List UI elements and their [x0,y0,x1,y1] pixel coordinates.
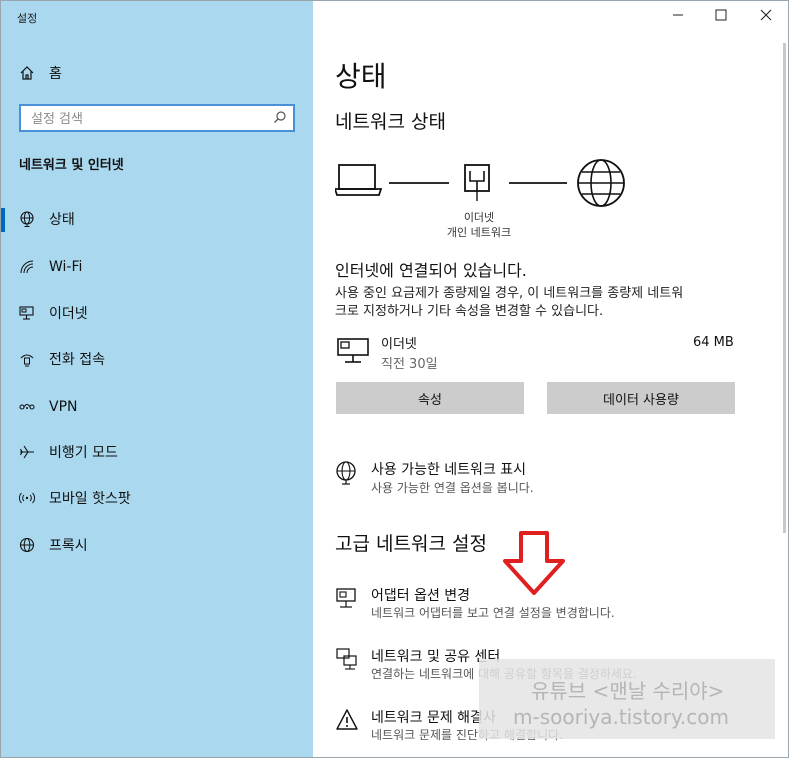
sidebar-item-proxy[interactable]: 프록시 [1,525,313,565]
airplane-icon [19,444,35,460]
sidebar-item-label: Wi-Fi [49,259,83,275]
sidebar-item-vpn[interactable]: VPN [1,387,313,427]
ethernet-port-icon [464,164,490,201]
search-icon [273,110,287,127]
sidebar-item-label: 전화 접속 [49,352,105,368]
advanced-settings-heading: 고급 네트워크 설정 [335,533,487,555]
adapter-period: 직전 30일 [381,357,438,372]
network-diagram [335,159,625,207]
sidebar-item-label: 이더넷 [49,306,88,322]
sidebar-item-dialup[interactable]: 전화 접속 [1,339,313,379]
settings-window: 설정 홈 네트워크 및 인터넷 상태 Wi-Fi [0,0,789,758]
globe-icon [19,211,35,227]
sidebar-item-label: 비행기 모드 [49,445,118,461]
globe-icon [19,537,35,553]
troubleshooter-link[interactable]: 네트워크 문제 해결사 [371,707,496,727]
watermark-line-1: 유튜브 <맨날 수리야> [531,679,725,703]
connection-status-desc-2: 크로 지정하거나 기타 속성을 변경할 수 있습니다. [335,304,604,319]
vpn-icon [19,399,35,415]
adapter-options-desc: 네트워크 어댑터를 보고 연결 설정을 변경합니다. [371,606,615,620]
search-input[interactable] [29,109,273,129]
sidebar-item-label: 상태 [49,212,75,228]
properties-button[interactable]: 속성 [336,382,524,414]
sidebar-item-label: 홈 [49,66,62,82]
section-title: 네트워크 및 인터넷 [19,158,124,173]
adapter-usage: 64 MB [693,335,734,350]
sharing-center-icon [335,647,359,677]
sidebar-item-mobile-hotspot[interactable]: 모바일 핫스팟 [1,478,313,518]
sidebar-item-label: 모바일 핫스팟 [49,491,131,507]
show-networks-link[interactable]: 사용 가능한 네트워크 표시 [371,459,526,479]
arrow-down-icon [503,531,565,595]
wifi-icon [19,259,35,275]
dialup-icon [19,351,35,367]
data-usage-button[interactable]: 데이터 사용량 [547,382,735,414]
connection-status-desc-1: 사용 중인 요금제가 종량제일 경우, 이 네트워크를 종량제 네트워 [335,286,684,301]
globe-icon [335,461,357,491]
search-box[interactable] [19,104,295,132]
network-status-heading: 네트워크 상태 [335,111,446,133]
sidebar-item-label: 프록시 [49,538,88,554]
show-networks-desc: 사용 가능한 연결 옵션을 봅니다. [371,481,534,495]
diagram-label-network: 개인 네트워크 [446,226,512,239]
ethernet-adapter-icon [337,337,369,369]
page-title: 상태 [335,60,387,93]
warning-icon [335,708,359,736]
adapter-options-icon [335,587,357,617]
sidebar-item-wifi[interactable]: Wi-Fi [1,247,313,287]
internet-globe-icon [577,159,625,207]
sidebar-item-label: VPN [49,399,78,415]
home-icon [19,65,35,81]
scrollbar[interactable] [783,43,786,533]
sidebar-item-airplane-mode[interactable]: 비행기 모드 [1,432,313,472]
sidebar-item-home[interactable]: 홈 [1,53,313,93]
sidebar: 설정 홈 네트워크 및 인터넷 상태 Wi-Fi [1,1,313,757]
app-title: 설정 [17,12,38,25]
main-content: 상태 네트워크 상태 이더넷 개인 네트워크 인터넷에 연결되어 있습니다. 사… [313,1,787,757]
laptop-icon [335,164,383,196]
ethernet-icon [19,305,35,321]
hotspot-icon [19,490,35,506]
sidebar-item-ethernet[interactable]: 이더넷 [1,293,313,333]
sidebar-item-status[interactable]: 상태 [1,199,313,239]
adapter-options-link[interactable]: 어댑터 옵션 변경 [371,585,470,605]
watermark-line-2: m-sooriya.tistory.com [513,705,729,729]
adapter-name: 이더넷 [381,337,417,352]
diagram-label-adapter: 이더넷 [463,211,495,224]
connection-status-title: 인터넷에 연결되어 있습니다. [335,261,527,280]
